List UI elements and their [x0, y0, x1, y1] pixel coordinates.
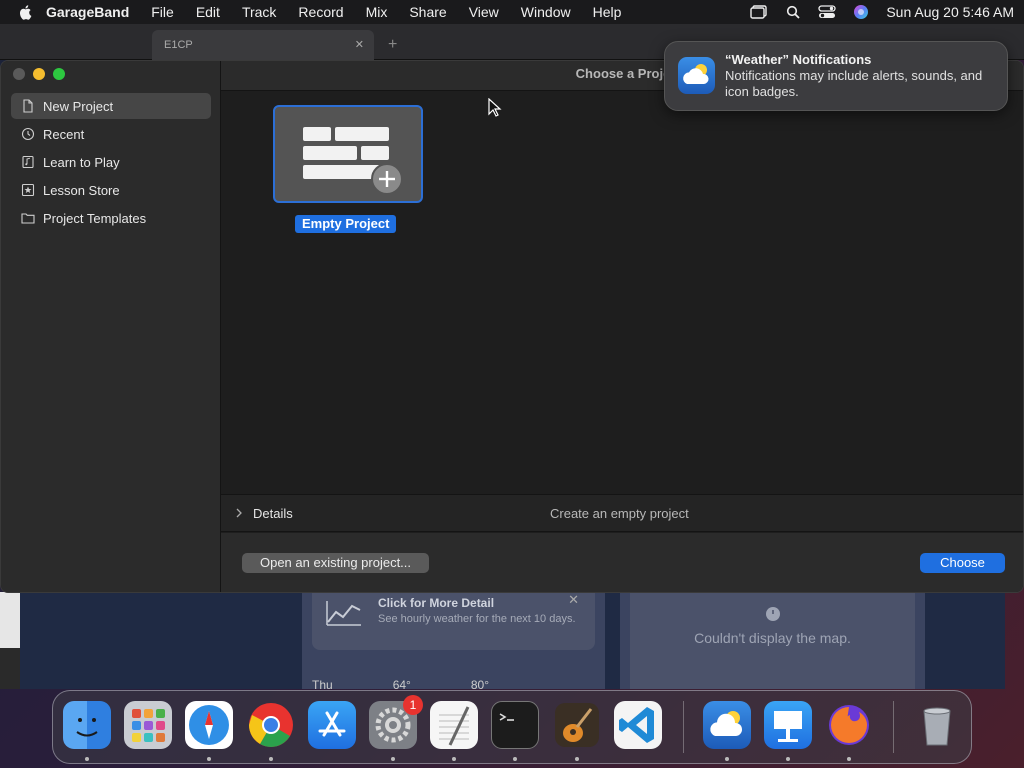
sidebar-item-label: Lesson Store	[43, 182, 120, 198]
empty-project-tile[interactable]	[273, 105, 423, 203]
sidebar-item-lesson-store[interactable]: Lesson Store	[11, 177, 211, 203]
sidebar-nav: New Project Recent Learn to Play Lesson …	[11, 93, 211, 233]
running-indicator	[207, 757, 211, 761]
launchpad-icon[interactable]	[124, 701, 172, 749]
sidebar-item-project-templates[interactable]: Project Templates	[11, 205, 211, 231]
mouse-cursor-icon	[488, 98, 502, 117]
template-grid: Empty Project	[221, 91, 1023, 494]
running-indicator	[452, 757, 456, 761]
sidebar-item-label: Learn to Play	[43, 154, 120, 170]
background-tab-title: E1CP	[164, 39, 193, 51]
new-tab-icon[interactable]: +	[388, 36, 397, 54]
background-strip	[0, 592, 20, 648]
dock: 1	[52, 690, 972, 764]
empty-project-icon	[303, 127, 403, 195]
menu-clock[interactable]: Sun Aug 20 5:46 AM	[886, 4, 1014, 20]
sidebar-item-label: Project Templates	[43, 210, 147, 226]
terminal-icon[interactable]	[491, 701, 539, 749]
garageband-icon[interactable]	[553, 701, 601, 749]
details-bar: Details Create an empty project	[221, 494, 1023, 532]
menu-record[interactable]: Record	[298, 4, 343, 20]
notification-body: Notifications may include alerts, sounds…	[725, 68, 983, 99]
finder-icon[interactable]	[63, 701, 111, 749]
running-indicator	[513, 757, 517, 761]
chevron-right-icon[interactable]	[235, 506, 245, 521]
trash-icon[interactable]	[913, 701, 961, 749]
background-tab[interactable]: E1CP ✕	[152, 30, 374, 60]
garageband-project-chooser-window: New Project Recent Learn to Play Lesson …	[0, 60, 1024, 593]
running-indicator	[85, 757, 89, 761]
sidebar: New Project Recent Learn to Play Lesson …	[1, 61, 221, 592]
weather-detail-title: Click for More Detail	[378, 596, 495, 610]
clock-icon	[765, 607, 780, 621]
menu-track[interactable]: Track	[242, 4, 276, 20]
weather-forecast-card: Click for More Detail See hourly weather…	[302, 592, 605, 692]
siri-icon[interactable]	[852, 5, 870, 19]
vscode-icon[interactable]	[614, 701, 662, 749]
document-icon	[21, 99, 35, 113]
screen-mirroring-icon[interactable]	[750, 5, 768, 19]
choose-button[interactable]: Choose	[920, 553, 1005, 573]
firefox-icon[interactable]	[825, 701, 873, 749]
running-indicator	[269, 757, 273, 761]
map-placeholder: Couldn't display the map.	[630, 592, 915, 689]
weather-detail-subtitle: See hourly weather for the next 10 days.	[378, 613, 576, 625]
close-icon[interactable]: ✕	[568, 592, 579, 608]
menu-share[interactable]: Share	[409, 4, 446, 20]
menu-edit[interactable]: Edit	[196, 4, 220, 20]
notification-badge: 1	[403, 695, 423, 715]
empty-project-label[interactable]: Empty Project	[295, 215, 397, 233]
menu-help[interactable]: Help	[593, 4, 622, 20]
safari-icon[interactable]	[185, 701, 233, 749]
details-toggle[interactable]: Details	[253, 506, 293, 521]
close-tab-icon[interactable]: ✕	[355, 38, 364, 51]
running-indicator	[847, 757, 851, 761]
running-indicator	[725, 757, 729, 761]
keynote-icon[interactable]	[764, 701, 812, 749]
folder-icon	[21, 211, 35, 225]
sidebar-item-recent[interactable]: Recent	[11, 121, 211, 147]
line-chart-icon	[326, 601, 361, 626]
apple-icon[interactable]	[18, 4, 34, 20]
map-error-message: Couldn't display the map.	[694, 630, 851, 646]
menu-app-name[interactable]: GarageBand	[46, 4, 129, 20]
clock-icon	[21, 127, 35, 141]
weather-icon[interactable]	[703, 701, 751, 749]
close-window-button[interactable]	[13, 68, 25, 80]
sidebar-item-new-project[interactable]: New Project	[11, 93, 211, 119]
running-indicator	[391, 757, 395, 761]
weather-detail-banner[interactable]: Click for More Detail See hourly weather…	[312, 592, 595, 650]
textedit-icon[interactable]	[430, 701, 478, 749]
sidebar-item-learn-to-play[interactable]: Learn to Play	[11, 149, 211, 175]
spotlight-search-icon[interactable]	[784, 5, 802, 19]
open-existing-project-button[interactable]: Open an existing project...	[242, 553, 429, 573]
music-book-icon	[21, 155, 35, 169]
window-controls	[13, 68, 65, 80]
chrome-icon[interactable]	[247, 701, 295, 749]
menu-file[interactable]: File	[151, 4, 174, 20]
menu-view[interactable]: View	[469, 4, 499, 20]
template-description: Create an empty project	[550, 505, 689, 521]
window-footer: Open an existing project... Choose	[221, 533, 1023, 592]
sidebar-item-label: Recent	[43, 126, 85, 142]
notification-title: “Weather” Notifications	[725, 52, 872, 67]
menu-window[interactable]: Window	[521, 4, 571, 20]
background-strip-dark	[0, 648, 20, 689]
running-indicator	[786, 757, 790, 761]
menu-bar: GarageBand File Edit Track Record Mix Sh…	[0, 0, 1024, 24]
app-store-icon[interactable]	[308, 701, 356, 749]
control-center-icon[interactable]	[818, 5, 836, 19]
star-box-icon	[21, 183, 35, 197]
dock-separator	[893, 701, 894, 753]
system-settings-icon[interactable]: 1	[369, 695, 423, 749]
weather-map-card: Couldn't display the map.	[620, 592, 925, 689]
zoom-window-button[interactable]	[53, 68, 65, 80]
running-indicator	[575, 757, 579, 761]
dock-separator	[683, 701, 684, 753]
sidebar-item-label: New Project	[43, 98, 114, 114]
menu-mix[interactable]: Mix	[366, 4, 388, 20]
weather-app-icon	[678, 57, 715, 94]
weather-notification[interactable]: “Weather” Notifications Notifications ma…	[664, 41, 1008, 111]
minimize-window-button[interactable]	[33, 68, 45, 80]
